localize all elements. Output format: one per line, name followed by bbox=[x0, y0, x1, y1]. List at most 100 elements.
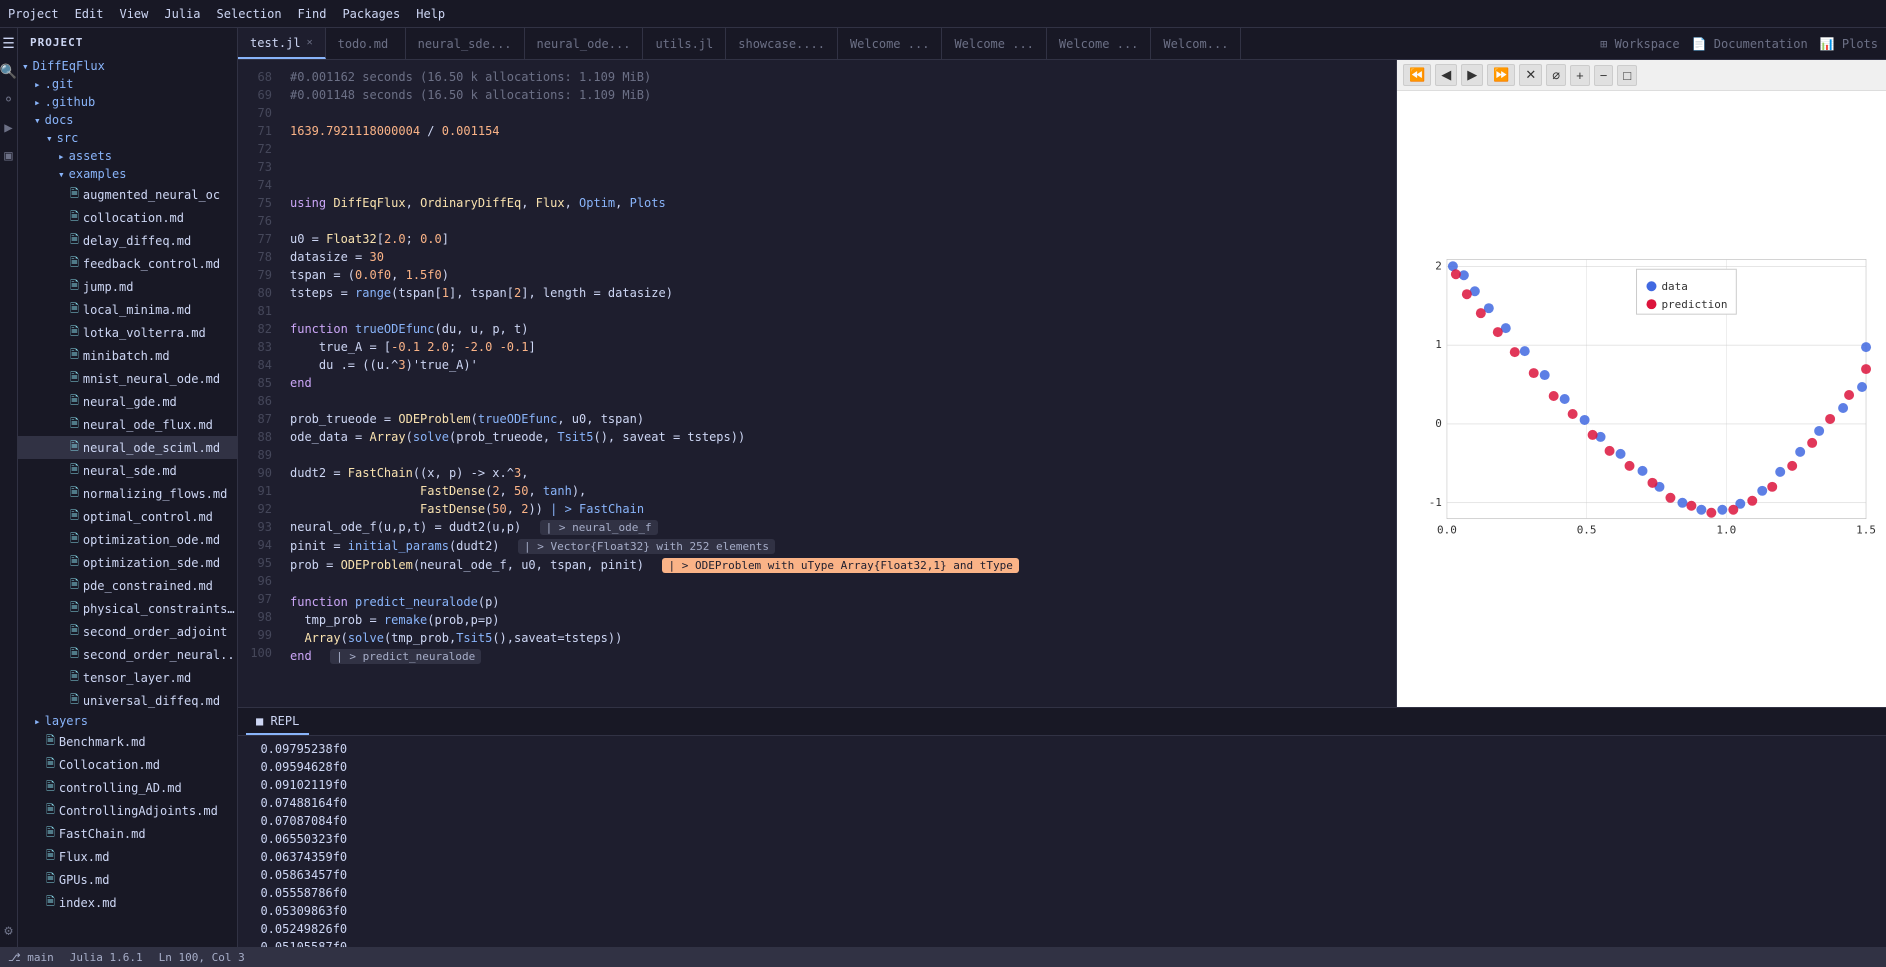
settings-icon[interactable]: ⚙ bbox=[1, 923, 17, 939]
menu-packages[interactable]: Packages bbox=[342, 7, 400, 21]
repl-content[interactable]: 0.09795238f0 0.09594628f0 0.09102119f0 0… bbox=[238, 736, 1886, 947]
tab-welcome-2[interactable]: Welcome ... bbox=[942, 28, 1046, 59]
extensions-icon[interactable]: ▣ bbox=[1, 148, 17, 164]
menu-selection[interactable]: Selection bbox=[217, 7, 282, 21]
list-item[interactable]: 🗎physical_constraints.n bbox=[18, 597, 237, 620]
plot-first-button[interactable]: ⏪ bbox=[1403, 64, 1431, 86]
list-item[interactable]: 🗎optimization_ode.md bbox=[18, 528, 237, 551]
svg-text:-1: -1 bbox=[1429, 496, 1442, 509]
line-number: 97 bbox=[238, 590, 272, 608]
list-item[interactable]: 🗎second_order_adjoint bbox=[18, 620, 237, 643]
plot-last-button[interactable]: ⏩ bbox=[1487, 64, 1515, 86]
tree-git[interactable]: ▸ .git bbox=[18, 75, 237, 93]
code-content[interactable]: #0.001162 seconds (16.50 k allocations: … bbox=[278, 60, 1396, 707]
tree-github[interactable]: ▸ .github bbox=[18, 93, 237, 111]
list-item[interactable]: 🗎optimal_control.md bbox=[18, 505, 237, 528]
tab-welcome-1[interactable]: Welcome ... bbox=[838, 28, 942, 59]
tab-welcome-4[interactable]: Welcom... bbox=[1151, 28, 1241, 59]
repl-line: 0.05309863f0 bbox=[246, 902, 1878, 920]
list-item[interactable]: 🗎tensor_layer.md bbox=[18, 666, 237, 689]
list-item[interactable]: 🗎minibatch.md bbox=[18, 344, 237, 367]
code-line: tsteps = range(tspan[1], tspan[2], lengt… bbox=[290, 284, 1396, 302]
tab-utils-jl[interactable]: utils.jl bbox=[643, 28, 726, 59]
menu-find[interactable]: Find bbox=[298, 7, 327, 21]
list-item[interactable]: 🗎Benchmark.md bbox=[18, 730, 237, 753]
plot-zoom-out-button[interactable]: − bbox=[1594, 65, 1614, 86]
tree-src[interactable]: ▾ src bbox=[18, 129, 237, 147]
list-item[interactable]: 🗎neural_gde.md bbox=[18, 390, 237, 413]
list-item[interactable]: 🗎normalizing_flows.md bbox=[18, 482, 237, 505]
code-line: dudt2 = FastChain((x, p) -> x.^3, bbox=[290, 464, 1396, 482]
tree-docs[interactable]: ▾ docs bbox=[18, 111, 237, 129]
plot-prev-button[interactable]: ◀ bbox=[1435, 64, 1457, 86]
explorer-icon[interactable]: ☰ bbox=[1, 36, 17, 52]
tab-neural-ode[interactable]: neural_ode... bbox=[525, 28, 644, 59]
list-item[interactable]: 🗎pde_constrained.md bbox=[18, 574, 237, 597]
list-item[interactable]: 🗎jump.md bbox=[18, 275, 237, 298]
list-item[interactable]: 🗎augmented_neural_oc bbox=[18, 183, 237, 206]
tab-welcome-3[interactable]: Welcome ... bbox=[1047, 28, 1151, 59]
tree-examples[interactable]: ▾ examples bbox=[18, 165, 237, 183]
list-item[interactable]: 🗎delay_diffeq.md bbox=[18, 229, 237, 252]
list-item[interactable]: 🗎Collocation.md bbox=[18, 753, 237, 776]
tab-label: neural_ode... bbox=[537, 37, 631, 51]
editor-split: 6869707172737475767778798081828384858687… bbox=[238, 60, 1886, 707]
plots-button[interactable]: 📊 Plots bbox=[1820, 37, 1878, 51]
code-line: ode_data = Array(solve(prob_trueode, Tsi… bbox=[290, 428, 1396, 446]
list-item[interactable]: 🗎FastChain.md bbox=[18, 822, 237, 845]
git-icon[interactable]: ⚬ bbox=[1, 92, 17, 108]
list-item[interactable]: 🗎GPUs.md bbox=[18, 868, 237, 891]
list-item[interactable]: 🗎second_order_neural.. bbox=[18, 643, 237, 666]
code-line: end bbox=[290, 374, 1396, 392]
list-item[interactable]: 🗎neural_sde.md bbox=[18, 459, 237, 482]
file-icon: 🗎 bbox=[46, 755, 55, 774]
debug-icon[interactable]: ▶ bbox=[1, 120, 17, 136]
list-item[interactable]: 🗎mnist_neural_ode.md bbox=[18, 367, 237, 390]
tab-todo-md[interactable]: todo.md bbox=[326, 28, 406, 59]
list-item[interactable]: 🗎universal_diffeq.md bbox=[18, 689, 237, 712]
tab-test-jl[interactable]: test.jl ✕ bbox=[238, 28, 326, 59]
plot-no-button[interactable]: ⌀ bbox=[1546, 64, 1566, 86]
svg-text:1.5: 1.5 bbox=[1856, 524, 1876, 537]
list-item[interactable]: 🗎feedback_control.md bbox=[18, 252, 237, 275]
menu-edit[interactable]: Edit bbox=[75, 7, 104, 21]
file-icon: 🗎 bbox=[70, 415, 79, 434]
sidebar: Project ▾ DiffEqFlux ▸ .git ▸ .github bbox=[18, 28, 238, 947]
list-item[interactable]: 🗎optimization_sde.md bbox=[18, 551, 237, 574]
tab-neural-sde[interactable]: neural_sde... bbox=[406, 28, 525, 59]
list-item[interactable]: 🗎index.md bbox=[18, 891, 237, 914]
plot-fit-button[interactable]: □ bbox=[1617, 65, 1637, 86]
line-number: 70 bbox=[238, 104, 272, 122]
tab-close-icon[interactable]: ✕ bbox=[307, 37, 313, 48]
list-item[interactable]: 🗎controlling_AD.md bbox=[18, 776, 237, 799]
documentation-button[interactable]: 📄 Documentation bbox=[1692, 37, 1808, 51]
list-item[interactable]: 🗎neural_ode_sciml.md bbox=[18, 436, 237, 459]
file-icon: 🗎 bbox=[70, 668, 79, 687]
menu-help[interactable]: Help bbox=[416, 7, 445, 21]
code-line bbox=[290, 176, 1396, 194]
menu-view[interactable]: View bbox=[119, 7, 148, 21]
plot-next-button[interactable]: ▶ bbox=[1461, 64, 1483, 86]
tree-layers[interactable]: ▸ layers bbox=[18, 712, 237, 730]
plot-zoom-in-button[interactable]: + bbox=[1570, 65, 1590, 86]
tree-root[interactable]: ▾ DiffEqFlux bbox=[18, 57, 237, 75]
code-line: neural_ode_f(u,p,t) = dudt2(u,p) | > neu… bbox=[290, 518, 1396, 537]
repl-tab[interactable]: ■ REPL bbox=[246, 708, 309, 735]
line-number: 68 bbox=[238, 68, 272, 86]
tree-assets[interactable]: ▸ assets bbox=[18, 147, 237, 165]
list-item[interactable]: 🗎neural_ode_flux.md bbox=[18, 413, 237, 436]
list-item[interactable]: 🗎local_minima.md bbox=[18, 298, 237, 321]
list-item[interactable]: 🗎ControllingAdjoints.md bbox=[18, 799, 237, 822]
search-icon[interactable]: 🔍 bbox=[1, 64, 17, 80]
tab-showcase[interactable]: showcase.... bbox=[726, 28, 838, 59]
plot-close-button[interactable]: ✕ bbox=[1519, 64, 1542, 86]
line-number: 77 bbox=[238, 230, 272, 248]
list-item[interactable]: 🗎collocation.md bbox=[18, 206, 237, 229]
code-line bbox=[290, 392, 1396, 410]
list-item[interactable]: 🗎lotka_volterra.md bbox=[18, 321, 237, 344]
line-number: 89 bbox=[238, 446, 272, 464]
workspace-button[interactable]: ⊞ Workspace bbox=[1600, 37, 1679, 51]
list-item[interactable]: 🗎Flux.md bbox=[18, 845, 237, 868]
menu-julia[interactable]: Julia bbox=[164, 7, 200, 21]
menu-project[interactable]: Project bbox=[8, 7, 59, 21]
